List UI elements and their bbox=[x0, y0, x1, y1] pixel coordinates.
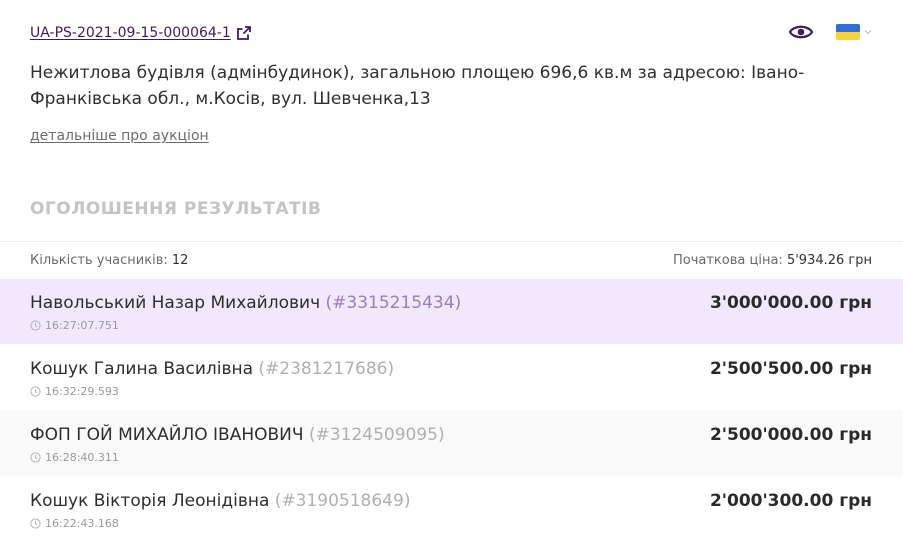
bid-time: 16:32:29.593 bbox=[30, 385, 872, 398]
bid-time-value: 16:32:29.593 bbox=[45, 385, 119, 398]
bid-time: 16:22:43.168 bbox=[30, 517, 872, 530]
clock-icon bbox=[30, 518, 41, 529]
start-price-value: 5'934.26 грн bbox=[786, 252, 872, 268]
auction-title: Нежитлова будівля (адмінбудинок), загаль… bbox=[30, 63, 805, 109]
clock-icon bbox=[30, 320, 41, 331]
flag-blue-stripe bbox=[836, 24, 860, 32]
clock-icon bbox=[30, 452, 41, 463]
bidder-id: (#2381217686) bbox=[258, 359, 395, 379]
results-summary: Кількість учасників: 12 Початкова ціна: … bbox=[0, 241, 903, 278]
bid-row: Кошук Галина Василівна (#2381217686) 16:… bbox=[0, 345, 903, 411]
bid-time-value: 16:27:07.751 bbox=[45, 319, 119, 332]
bid-row: Кошук Вікторія Леонідівна (#3190518649) … bbox=[0, 477, 903, 543]
ukraine-flag-icon bbox=[836, 24, 860, 40]
auction-header: UA-PS-2021-09-15-000064-1 Нежитлова буді… bbox=[30, 20, 873, 144]
auction-id-link[interactable]: UA-PS-2021-09-15-000064-1 bbox=[30, 25, 231, 41]
bid-amount: 2'500'000.00 грн bbox=[709, 425, 872, 445]
participants-label: Кількість учасників: bbox=[30, 252, 168, 268]
bidder-name: Кошук Вікторія Леонідівна bbox=[30, 491, 270, 511]
start-price: Початкова ціна: 5'934.26 грн bbox=[673, 253, 872, 268]
auction-details-link[interactable]: детальніше про аукціон bbox=[30, 128, 209, 144]
bid-row: Навольський Назар Михайлович (#331521543… bbox=[0, 279, 903, 345]
bidder-name: Навольський Назар Михайлович bbox=[30, 293, 321, 313]
bid-amount: 2'000'300.00 грн bbox=[709, 491, 872, 511]
bidder-id: (#3124509095) bbox=[308, 425, 445, 445]
bids-list: Навольський Назар Михайлович (#331521543… bbox=[0, 279, 903, 543]
language-selector[interactable] bbox=[836, 24, 873, 40]
bid-row: ФОП ГОЙ МИХАЙЛО ІВАНОВИЧ (#3124509095) 1… bbox=[0, 411, 903, 477]
bid-time-value: 16:22:43.168 bbox=[45, 517, 119, 530]
clock-icon bbox=[30, 386, 41, 397]
flag-yellow-stripe bbox=[836, 32, 860, 40]
bid-amount: 2'500'500.00 грн bbox=[709, 359, 872, 379]
results-section-title: ОГОЛОШЕННЯ РЕЗУЛЬТАТІВ bbox=[30, 199, 322, 219]
bidder-name: ФОП ГОЙ МИХАЙЛО ІВАНОВИЧ bbox=[30, 425, 304, 445]
bid-amount: 3'000'000.00 грн bbox=[709, 293, 872, 313]
start-price-label: Початкова ціна: bbox=[672, 252, 783, 268]
participants-count: Кількість учасників: 12 bbox=[30, 253, 188, 268]
external-link-icon[interactable] bbox=[236, 26, 251, 40]
bid-time: 16:27:07.751 bbox=[30, 319, 872, 332]
bid-time: 16:28:40.311 bbox=[30, 451, 872, 464]
chevron-down-icon bbox=[864, 30, 872, 35]
bidder-id: (#3190518649) bbox=[274, 491, 411, 511]
auction-id-row: UA-PS-2021-09-15-000064-1 bbox=[30, 20, 873, 46]
bidder-name: Кошук Галина Василівна bbox=[30, 359, 254, 379]
header-actions bbox=[788, 22, 873, 42]
bidder-id: (#3315215434) bbox=[325, 293, 462, 313]
bid-time-value: 16:28:40.311 bbox=[45, 451, 119, 464]
eye-icon[interactable] bbox=[788, 22, 814, 42]
participants-value: 12 bbox=[171, 252, 189, 268]
